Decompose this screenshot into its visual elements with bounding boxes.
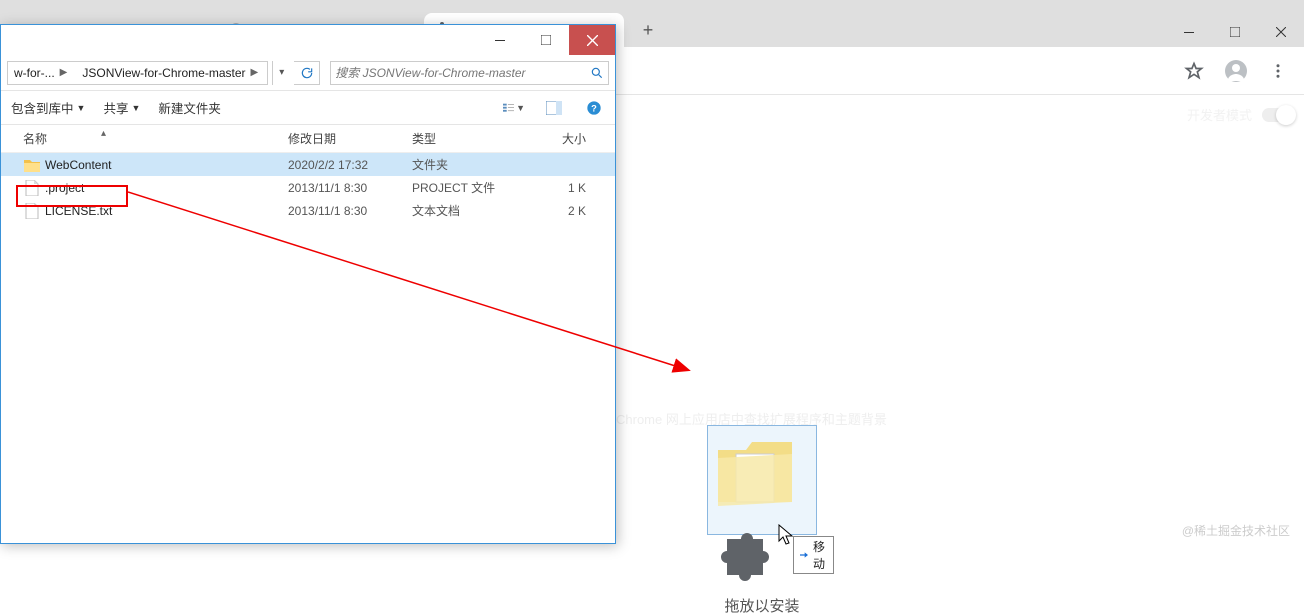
menu-icon[interactable] <box>1260 53 1296 89</box>
profile-icon[interactable] <box>1218 53 1254 89</box>
crumb-segment[interactable]: w-for-...▶ <box>8 62 76 84</box>
include-in-library[interactable]: 包含到库中 ▼ <box>11 98 85 117</box>
explorer-titlebar[interactable] <box>1 25 615 55</box>
extension-puzzle-icon <box>721 533 773 585</box>
drop-zone[interactable]: 移动 拖放以安装 <box>682 425 842 616</box>
sort-asc-icon: ▴ <box>101 128 106 139</box>
maximize-button[interactable] <box>1212 17 1258 47</box>
minimize-button[interactable] <box>1166 17 1212 47</box>
share-menu[interactable]: 共享 ▼ <box>103 98 140 117</box>
close-button[interactable] <box>569 25 615 55</box>
breadcrumb[interactable]: w-for-...▶ JSONView-for-Chrome-master▶ <box>7 61 268 85</box>
star-icon[interactable] <box>1176 53 1212 89</box>
address-bar: w-for-...▶ JSONView-for-Chrome-master▶ ▾ <box>1 55 615 91</box>
file-date: 2013/11/1 8:30 <box>288 181 412 195</box>
file-date: 2013/11/1 8:30 <box>288 204 412 218</box>
new-folder-button[interactable]: 新建文件夹 <box>158 98 221 117</box>
file-type: 文件夹 <box>412 156 536 173</box>
move-label: 移动 <box>811 538 827 572</box>
file-icon <box>23 179 41 197</box>
new-tab-button[interactable]: + <box>634 16 662 44</box>
view-options-icon[interactable]: ▼ <box>503 97 525 119</box>
close-button[interactable] <box>1258 17 1304 47</box>
watermark: @稀土掘金技术社区 <box>1182 522 1290 539</box>
file-icon <box>23 202 41 220</box>
svg-text:?: ? <box>591 103 597 113</box>
col-type[interactable]: 类型 <box>412 130 536 147</box>
crumb-segment[interactable]: JSONView-for-Chrome-master▶ <box>76 62 267 84</box>
table-row[interactable]: WebContent 2020/2/2 17:32文件夹 <box>1 153 615 176</box>
column-headers[interactable]: 名称▴ 修改日期 类型 大小 <box>1 125 615 153</box>
file-size: 2 K <box>536 204 596 218</box>
refresh-button[interactable] <box>294 61 320 85</box>
folder-icon <box>23 156 41 174</box>
maximize-button[interactable] <box>523 25 569 55</box>
col-size[interactable]: 大小 <box>536 130 596 147</box>
table-row[interactable]: LICENSE.txt 2013/11/1 8:30文本文档2 K <box>1 199 615 222</box>
move-badge: 移动 <box>793 536 834 574</box>
chevron-right-icon: ▶ <box>57 67 71 78</box>
minimize-button[interactable] <box>477 25 523 55</box>
explorer-toolbar: 包含到库中 ▼ 共享 ▼ 新建文件夹 ▼ ? <box>1 91 615 125</box>
address-dropdown[interactable]: ▾ <box>272 61 290 85</box>
file-type: 文本文档 <box>412 202 536 219</box>
file-name: LICENSE.txt <box>45 204 112 218</box>
explorer-window: w-for-...▶ JSONView-for-Chrome-master▶ ▾… <box>0 24 616 544</box>
file-type: PROJECT 文件 <box>412 179 536 196</box>
file-date: 2020/2/2 17:32 <box>288 158 412 172</box>
dev-mode-toggle[interactable]: 开发者模式 <box>1187 105 1294 124</box>
file-size: 1 K <box>536 181 596 195</box>
file-name: WebContent <box>45 158 112 172</box>
help-icon[interactable]: ? <box>583 97 605 119</box>
file-list: WebContent 2020/2/2 17:32文件夹 .project 2013/… <box>1 153 615 222</box>
file-name: .project <box>45 181 84 195</box>
dev-mode-label: 开发者模式 <box>1187 105 1252 124</box>
toggle-switch[interactable] <box>1262 108 1294 122</box>
drag-folder-preview: 移动 <box>707 425 817 535</box>
table-row[interactable]: .project 2013/11/1 8:30PROJECT 文件1 K <box>1 176 615 199</box>
drop-label: 拖放以安装 <box>682 595 842 616</box>
col-name[interactable]: 名称▴ <box>23 130 288 147</box>
chevron-down-icon: ▼ <box>77 103 86 113</box>
window-controls <box>1166 17 1304 47</box>
search-input[interactable] <box>335 62 590 84</box>
preview-pane-icon[interactable] <box>543 97 565 119</box>
chevron-right-icon: ▶ <box>248 67 262 78</box>
search-icon[interactable] <box>590 66 604 80</box>
col-date[interactable]: 修改日期 <box>288 130 412 147</box>
chevron-down-icon: ▼ <box>131 103 140 113</box>
search-box[interactable] <box>330 61 609 85</box>
